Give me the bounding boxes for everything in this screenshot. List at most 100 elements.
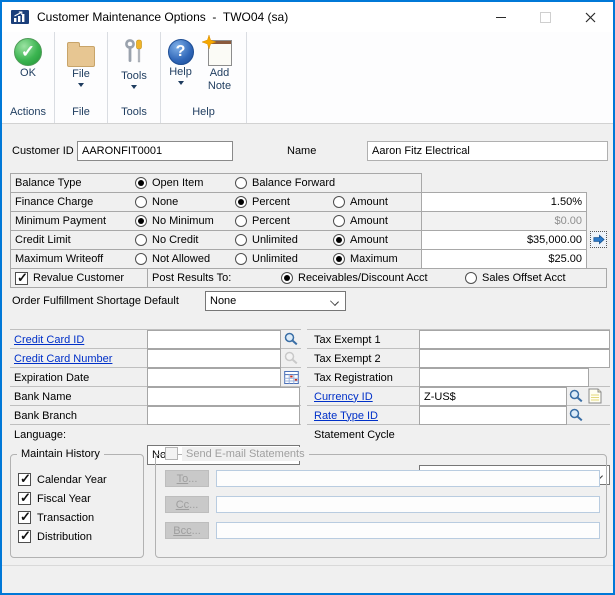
credit-limit-value: $35,000.00 bbox=[527, 234, 582, 246]
ok-check-icon bbox=[14, 38, 42, 66]
add-note-button[interactable]: Add Note bbox=[198, 37, 242, 94]
balance-type-label: Balance Type bbox=[15, 174, 81, 192]
radio-min-no-minimum-label: No Minimum bbox=[152, 215, 214, 227]
radio-receivables-discount-acct[interactable]: Receivables/Discount Acct bbox=[281, 269, 428, 287]
checkbox-icon bbox=[18, 530, 31, 543]
rate-type-id-lookup-button[interactable] bbox=[568, 407, 584, 423]
calendar-year-label: Calendar Year bbox=[37, 474, 107, 486]
expiration-date-field[interactable] bbox=[147, 368, 281, 387]
credit-limit-expansion-button[interactable] bbox=[590, 231, 607, 248]
title-bar: Customer Maintenance Options - TWO04 (sa… bbox=[2, 2, 613, 32]
minimum-payment-row: Minimum Payment No Minimum Percent Amoun… bbox=[10, 211, 422, 231]
bank-branch-label: Bank Branch bbox=[14, 406, 77, 425]
credit-card-number-link[interactable]: Credit Card Number bbox=[14, 353, 112, 365]
radio-writeoff-maximum-label: Maximum bbox=[350, 253, 398, 265]
revalue-customer-checkbox[interactable]: Revalue Customer bbox=[15, 269, 124, 287]
caption-buttons bbox=[478, 2, 613, 32]
transaction-checkbox[interactable]: Transaction bbox=[18, 510, 94, 525]
ok-button[interactable]: OK bbox=[12, 37, 44, 81]
radio-credit-unlimited-label: Unlimited bbox=[252, 234, 298, 246]
radio-min-percent[interactable]: Percent bbox=[235, 212, 290, 230]
ribbon-group-actions: OK Actions bbox=[2, 32, 55, 123]
ribbon-group-label-help: Help bbox=[161, 104, 246, 123]
language-label: Language: bbox=[14, 425, 66, 445]
file-menu-button[interactable]: File bbox=[65, 37, 97, 88]
radio-credit-amount[interactable]: Amount bbox=[333, 231, 388, 249]
tax-exempt-1-field[interactable] bbox=[419, 330, 610, 349]
fiscal-year-checkbox[interactable]: Fiscal Year bbox=[18, 491, 91, 506]
radio-credit-no-credit[interactable]: No Credit bbox=[135, 231, 198, 249]
tools-menu-button[interactable]: Tools bbox=[119, 37, 149, 90]
radio-finance-amount[interactable]: Amount bbox=[333, 193, 388, 211]
radio-finance-percent[interactable]: Percent bbox=[235, 193, 290, 211]
help-button-label: Help bbox=[169, 66, 192, 79]
radio-open-item-label: Open Item bbox=[152, 177, 203, 189]
order-fulfillment-shortage-dropdown[interactable]: None bbox=[205, 291, 346, 311]
expiration-date-calendar-button[interactable] bbox=[283, 369, 299, 385]
ribbon-group-label-actions: Actions bbox=[2, 104, 54, 123]
finance-charge-value: 1.50% bbox=[551, 196, 582, 208]
radio-writeoff-not-allowed[interactable]: Not Allowed bbox=[135, 250, 210, 268]
radio-balance-forward[interactable]: Balance Forward bbox=[235, 174, 335, 192]
distribution-label: Distribution bbox=[37, 531, 92, 543]
radio-writeoff-unlimited[interactable]: Unlimited bbox=[235, 250, 298, 268]
finance-charge-label: Finance Charge bbox=[15, 193, 93, 211]
radio-finance-percent-label: Percent bbox=[252, 196, 290, 208]
credit-card-id-field[interactable] bbox=[147, 330, 281, 349]
customer-id-label: Customer ID bbox=[12, 141, 74, 161]
tax-registration-field[interactable] bbox=[419, 368, 589, 387]
chevron-down-icon bbox=[131, 85, 137, 89]
radio-finance-none-label: None bbox=[152, 196, 178, 208]
radio-writeoff-maximum[interactable]: Maximum bbox=[333, 250, 398, 268]
tools-icon bbox=[122, 38, 146, 69]
radio-balance-forward-label: Balance Forward bbox=[252, 177, 335, 189]
currency-id-lookup-button[interactable] bbox=[568, 388, 584, 404]
app-chart-icon bbox=[11, 10, 29, 24]
calendar-year-checkbox[interactable]: Calendar Year bbox=[18, 472, 107, 487]
close-icon[interactable] bbox=[568, 2, 613, 32]
name-field[interactable]: Aaron Fitz Electrical bbox=[367, 141, 608, 161]
radio-min-no-minimum[interactable]: No Minimum bbox=[135, 212, 214, 230]
tax-registration-label: Tax Registration bbox=[314, 368, 393, 387]
bank-branch-field[interactable] bbox=[147, 406, 300, 425]
credit-card-id-link[interactable]: Credit Card ID bbox=[14, 334, 84, 346]
radio-min-amount[interactable]: Amount bbox=[333, 212, 388, 230]
chevron-down-icon bbox=[78, 83, 84, 87]
distribution-checkbox[interactable]: Distribution bbox=[18, 529, 92, 544]
help-icon bbox=[168, 39, 194, 65]
radio-icon bbox=[135, 215, 147, 227]
minimum-payment-value-field: $0.00 bbox=[421, 211, 587, 231]
credit-card-number-field[interactable] bbox=[147, 349, 281, 368]
tax-exempt-2-field[interactable] bbox=[419, 349, 610, 368]
add-note-button-label: Add Note bbox=[203, 67, 237, 93]
maximum-writeoff-row: Maximum Writeoff Not Allowed Unlimited M… bbox=[10, 249, 422, 269]
cc-button-dots: ... bbox=[189, 499, 198, 511]
currency-id-note-button[interactable] bbox=[587, 388, 603, 404]
finance-charge-value-field[interactable]: 1.50% bbox=[421, 192, 587, 212]
currency-id-field[interactable]: Z-US$ bbox=[419, 387, 567, 406]
to-button: To... bbox=[165, 470, 209, 487]
magnifier-lookup-icon bbox=[283, 331, 299, 347]
help-menu-button[interactable]: Help bbox=[166, 37, 196, 86]
bank-name-label: Bank Name bbox=[14, 387, 71, 406]
radio-sales-offset-acct[interactable]: Sales Offset Acct bbox=[465, 269, 566, 287]
ribbon-group-label-tools: Tools bbox=[108, 104, 160, 123]
credit-card-number-disabled-button bbox=[283, 350, 299, 366]
bcc-button-label: Bcc bbox=[173, 525, 191, 537]
bank-name-field[interactable] bbox=[147, 387, 300, 406]
radio-finance-none[interactable]: None bbox=[135, 193, 178, 211]
credit-card-id-lookup-button[interactable] bbox=[283, 331, 299, 347]
currency-id-link[interactable]: Currency ID bbox=[314, 391, 373, 403]
radio-icon bbox=[235, 177, 247, 189]
ribbon-group-help: Help Add Note Help bbox=[161, 32, 247, 123]
radio-credit-unlimited[interactable]: Unlimited bbox=[235, 231, 298, 249]
minimize-icon[interactable] bbox=[478, 2, 523, 32]
rate-type-id-link[interactable]: Rate Type ID bbox=[314, 410, 378, 422]
radio-open-item[interactable]: Open Item bbox=[135, 174, 203, 192]
expiration-date-label: Expiration Date bbox=[14, 368, 89, 387]
rate-type-id-field[interactable] bbox=[419, 406, 567, 425]
radio-icon bbox=[281, 272, 293, 284]
customer-id-field[interactable]: AARONFIT0001 bbox=[77, 141, 233, 161]
maximum-writeoff-value-field[interactable]: $25.00 bbox=[421, 249, 587, 269]
credit-limit-value-field[interactable]: $35,000.00 bbox=[421, 230, 587, 250]
